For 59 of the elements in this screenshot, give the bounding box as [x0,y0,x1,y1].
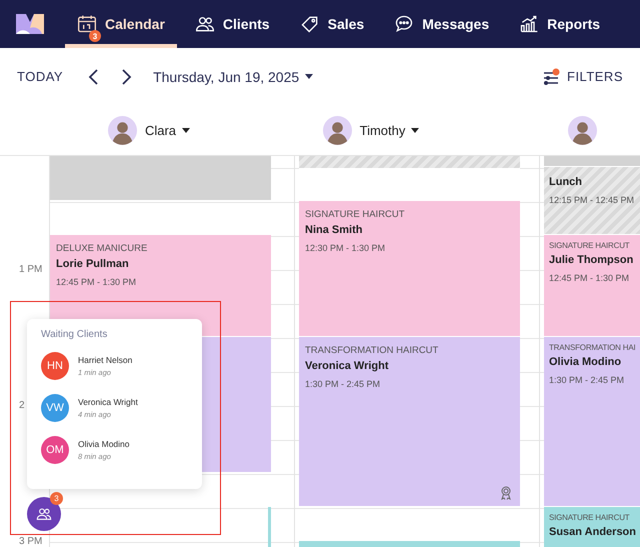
appointment-card[interactable]: TRANSFORMATION HAIRCUT Veronica Wright 1:30 PM - 2:45 PM [299,337,520,508]
client-name[interactable]: Olivia Modino [78,439,130,449]
appointment-time: 12:30 PM - 1:30 PM [305,243,386,254]
initials-avatar[interactable]: HN [41,352,69,380]
caret-icon [182,128,190,132]
client-name: Veronica Wright [305,360,390,372]
client-name: Nina Smith [305,224,364,236]
appointment-time: 12:15 PM - 12:45 PM [549,195,636,206]
time-label: 2 [19,400,25,412]
count-badge: 3 [50,492,63,505]
appointment-card[interactable]: SIGNATURE HAIRCUT Susan Anderson [544,507,640,547]
appointment-card[interactable]: SIGNATURE HAIRCUT Julie Thompson 12:45 PM - 1:30 PM [544,235,640,338]
count-badge: 3 [89,30,101,42]
tag-icon [300,14,320,34]
chat-icon [394,14,414,34]
initials-avatar[interactable]: OM [41,436,69,464]
service-name: TRANSFORMATION HAI [549,343,636,352]
nav-tab[interactable]: Sales [288,0,376,48]
date-picker[interactable]: Thursday, Jun 19, 2025 [153,68,314,84]
break-block[interactable]: Lunch 12:15 PM - 12:45 PM [544,167,640,236]
appointment-time: 12:45 PM - 1:30 PM [549,273,630,284]
people-icon [36,506,52,522]
appointment-card[interactable]: TRANSFORMATION HAI Olivia Modino 1:30 PM - 2:45 PM [544,337,640,508]
time-label: 3 PM [19,536,42,547]
avatar [322,116,352,144]
calendar-icon [77,14,97,34]
today-button[interactable]: TODAY [17,69,64,84]
client-name: Olivia Modino [549,356,622,368]
appointment-time: 12:45 PM - 1:30 PM [56,277,138,288]
appointment-card[interactable]: SIGNATURE HAIRCUT Nina Smith 12:30 PM - 1:30 PM [299,201,520,338]
avatar [568,116,597,144]
filters-button[interactable]: FILTERS [543,68,623,86]
client-name: Lunch [549,176,583,188]
service-name: SIGNATURE HAIRCUT [549,513,630,522]
client-name: Susan Anderson [549,526,637,538]
bar-chart-icon [519,14,540,34]
service-name: SIGNATURE HAIRCUT [305,209,406,220]
logo-icon[interactable] [16,14,44,34]
client-name: Lorie Pullman [56,258,130,270]
appointment-time: 1:30 PM - 2:45 PM [549,375,626,386]
people-icon [194,14,215,34]
client-name: Julie Thompson [549,254,634,266]
avatar [108,116,137,144]
nav-tab[interactable]: Clients [182,0,282,48]
client-name[interactable]: Veronica Wright [78,397,138,407]
staff-selector[interactable]: Timothy [360,122,420,138]
waiting-clients-button[interactable] [27,497,61,531]
service-name: DELUXE MANICURE [56,243,148,254]
nav-tab[interactable]: Messages [382,0,502,48]
nav-tab[interactable]: Reports [507,0,612,48]
appointment-time: 1:30 PM - 2:45 PM [305,379,382,390]
caret-icon [305,74,314,79]
caret-icon [411,128,420,132]
service-name: SIGNATURE HAIRCUT [549,241,630,250]
time-label: 1 PM [19,264,42,276]
client-name[interactable]: Harriet Nelson [78,355,132,365]
nav-tab[interactable]: 3 Calendar [65,0,177,48]
staff-selector[interactable]: Clara [144,122,190,138]
service-name: TRANSFORMATION HAIRCUT [305,345,440,356]
